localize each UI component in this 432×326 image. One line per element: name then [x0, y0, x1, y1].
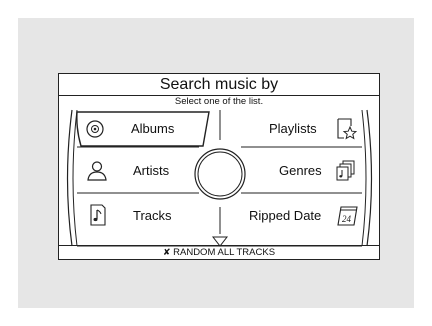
menu-item-artists[interactable]: Artists	[79, 148, 201, 192]
menu-item-label: Artists	[133, 163, 170, 178]
menu-item-genres[interactable]: Genres	[239, 148, 361, 192]
menu-item-label: Genres	[279, 163, 322, 178]
svg-text:24: 24	[342, 214, 352, 224]
person-icon	[87, 161, 107, 181]
menu-item-playlists[interactable]: Playlists	[239, 112, 361, 146]
menu-item-label: Tracks	[133, 208, 172, 223]
menu-item-ripped-date[interactable]: Ripped Date 24	[239, 194, 361, 238]
disc-icon	[86, 120, 104, 138]
menu-item-albums[interactable]: Albums	[79, 112, 201, 146]
menu-item-label: Playlists	[269, 121, 317, 136]
menu-item-label: Ripped Date	[249, 208, 322, 223]
menu-item-tracks[interactable]: Tracks	[79, 194, 201, 238]
genres-icon	[336, 160, 355, 181]
shuffle-icon: ✘	[162, 247, 171, 257]
calendar-icon: 24	[337, 206, 358, 226]
music-search-screen: Search music by Select one of the list.	[58, 73, 380, 260]
menu-item-label: Albums	[131, 121, 175, 136]
random-all-tracks-button[interactable]: ✘ RANDOM ALL TRACKS	[59, 245, 379, 259]
playlist-star-icon	[337, 118, 357, 140]
music-note-icon	[90, 204, 106, 226]
random-all-tracks-label: RANDOM ALL TRACKS	[173, 247, 276, 258]
